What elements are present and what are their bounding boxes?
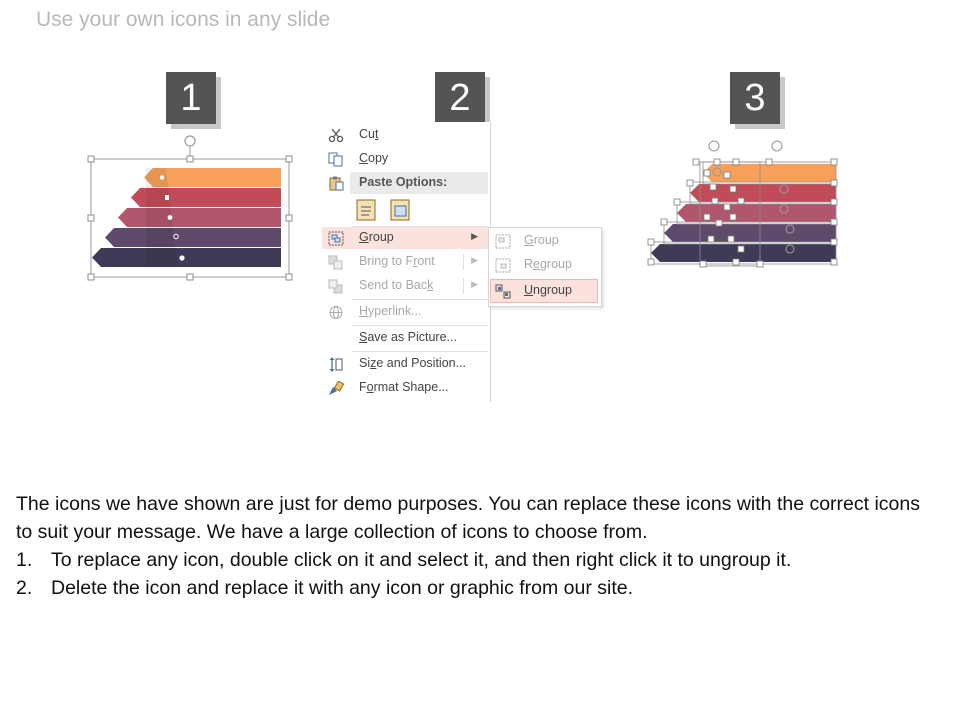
intro-paragraph: The icons we have shown are just for dem… [16, 493, 920, 543]
arrow-graphic-ungrouped[interactable] [0, 0, 960, 720]
rotate-handle-icon [771, 140, 783, 152]
step-text: Delete the icon and replace it with any … [51, 577, 634, 599]
instruction-step-2: 2. Delete the icon and replace it with a… [16, 574, 936, 602]
instructions: The icons we have shown are just for dem… [16, 490, 936, 602]
step-number: 1. [16, 549, 33, 571]
ungrouped-bar-4 [664, 224, 836, 242]
step-number: 2. [16, 577, 33, 599]
ungrouped-bar-3 [677, 204, 836, 222]
ungrouped-bar-1 [703, 164, 836, 182]
rotate-handle-icon [708, 140, 720, 152]
step-text: To replace any icon, double click on it … [51, 549, 792, 571]
instruction-step-1: 1. To replace any icon, double click on … [16, 546, 936, 574]
